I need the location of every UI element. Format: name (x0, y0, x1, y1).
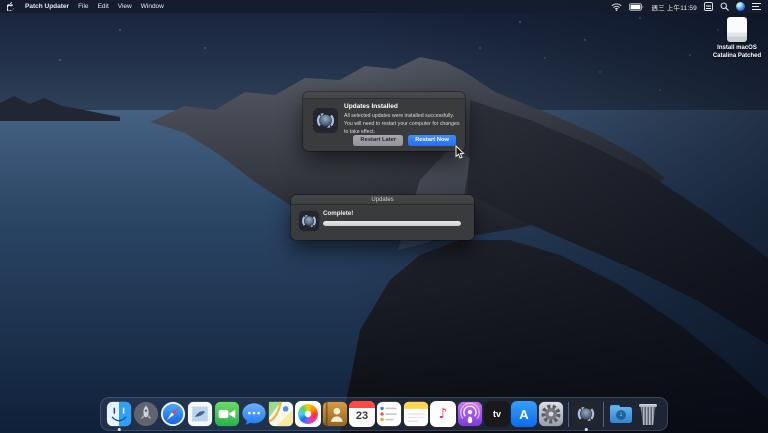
dock-item-reminders[interactable] (376, 401, 402, 427)
menu-bar-clock[interactable]: 週三 上午11:59 (651, 2, 697, 12)
battery-icon[interactable] (629, 3, 644, 11)
dock-item-contacts[interactable] (322, 401, 348, 427)
messages-icon (241, 401, 267, 427)
notification-center-icon[interactable] (752, 3, 761, 10)
menu-window[interactable]: Window (141, 3, 164, 10)
launchpad-icon (133, 401, 159, 427)
dock: 23 ♪ (100, 397, 668, 431)
dock-item-facetime[interactable] (214, 401, 240, 427)
music-icon: ♪ (430, 401, 456, 427)
dock-item-photos[interactable] (295, 401, 321, 427)
menu-file[interactable]: File (78, 3, 88, 10)
desktop-icon-label: Install macOS Catalina Patched (709, 45, 765, 60)
dock-item-trash[interactable] (635, 401, 661, 427)
dock-item-downloads[interactable]: ↓ (608, 401, 634, 427)
wifi-icon[interactable] (611, 3, 622, 11)
mail-icon (187, 401, 213, 427)
window-body: Complete! (291, 205, 474, 239)
downloads-folder-icon: ↓ (608, 401, 634, 427)
patch-updater-icon (312, 107, 339, 134)
mouse-cursor (455, 145, 465, 159)
dock-separator (603, 402, 604, 427)
app-store-icon: A (511, 401, 537, 427)
apple-tv-icon: tv (484, 401, 510, 427)
progress-status-text: Complete! (323, 210, 353, 217)
safari-icon (160, 401, 186, 427)
running-indicator (585, 428, 588, 431)
contacts-icon (322, 401, 348, 427)
running-indicator (118, 428, 121, 431)
dock-item-podcasts[interactable] (457, 401, 483, 427)
installer-drive-icon (727, 17, 747, 42)
dock-item-finder[interactable] (106, 401, 132, 427)
apple-menu[interactable] (7, 2, 16, 12)
restart-now-button[interactable]: Restart Now (408, 135, 456, 146)
dock-item-launchpad[interactable] (133, 401, 159, 427)
updates-installed-dialog: Updates Installed All selected updates w… (303, 92, 465, 151)
dialog-message: All selected updates were installed succ… (344, 112, 461, 136)
menu-bar: Patch Updater File Edit View Window 週三 上… (0, 0, 768, 13)
calendar-icon: 23 (349, 401, 375, 427)
dock-item-safari[interactable] (160, 401, 186, 427)
dock-item-mail[interactable] (187, 401, 213, 427)
restart-later-button[interactable]: Restart Later (353, 135, 403, 146)
patch-updater-icon (298, 210, 320, 232)
dock-item-music[interactable]: ♪ (430, 401, 456, 427)
menu-view[interactable]: View (118, 3, 132, 10)
dock-item-app-store[interactable]: A (511, 401, 537, 427)
photos-icon (295, 401, 321, 427)
menu-edit[interactable]: Edit (98, 3, 109, 10)
dock-item-messages[interactable] (241, 401, 267, 427)
facetime-icon (214, 401, 240, 427)
dock-item-tv[interactable]: tv (484, 401, 510, 427)
dock-item-patch-updater[interactable] (573, 401, 599, 427)
dock-separator (568, 402, 569, 427)
patch-updater-icon (573, 401, 599, 427)
progress-bar-fill (323, 221, 461, 226)
dock-item-maps[interactable] (268, 401, 294, 427)
reminders-icon (376, 401, 402, 427)
progress-bar (323, 221, 461, 226)
updates-progress-window: Updates Complete! (291, 195, 474, 240)
maps-icon (268, 401, 294, 427)
notes-icon (403, 401, 429, 427)
dialog-titlebar[interactable] (303, 92, 465, 99)
finder-icon (106, 401, 132, 427)
desktop-icon-install-macos[interactable]: Install macOS Catalina Patched (709, 17, 765, 60)
spotlight-icon[interactable] (720, 2, 729, 11)
app-menu-title[interactable]: Patch Updater (25, 3, 69, 10)
podcasts-icon (457, 401, 483, 427)
input-source-icon[interactable] (704, 2, 713, 11)
dialog-title: Updates Installed (344, 103, 398, 110)
dialog-buttons: Restart Later Restart Now (353, 135, 456, 146)
trash-icon (635, 401, 661, 427)
dock-item-system-preferences[interactable] (538, 401, 564, 427)
apple-logo-icon (7, 2, 16, 12)
siri-icon[interactable] (736, 2, 745, 11)
window-titlebar[interactable]: Updates (291, 195, 474, 205)
desktop: Patch Updater File Edit View Window 週三 上… (0, 0, 768, 433)
dock-item-notes[interactable] (403, 401, 429, 427)
dock-item-calendar[interactable]: 23 (349, 401, 375, 427)
system-preferences-icon (538, 401, 564, 427)
calendar-day: 23 (349, 408, 375, 425)
